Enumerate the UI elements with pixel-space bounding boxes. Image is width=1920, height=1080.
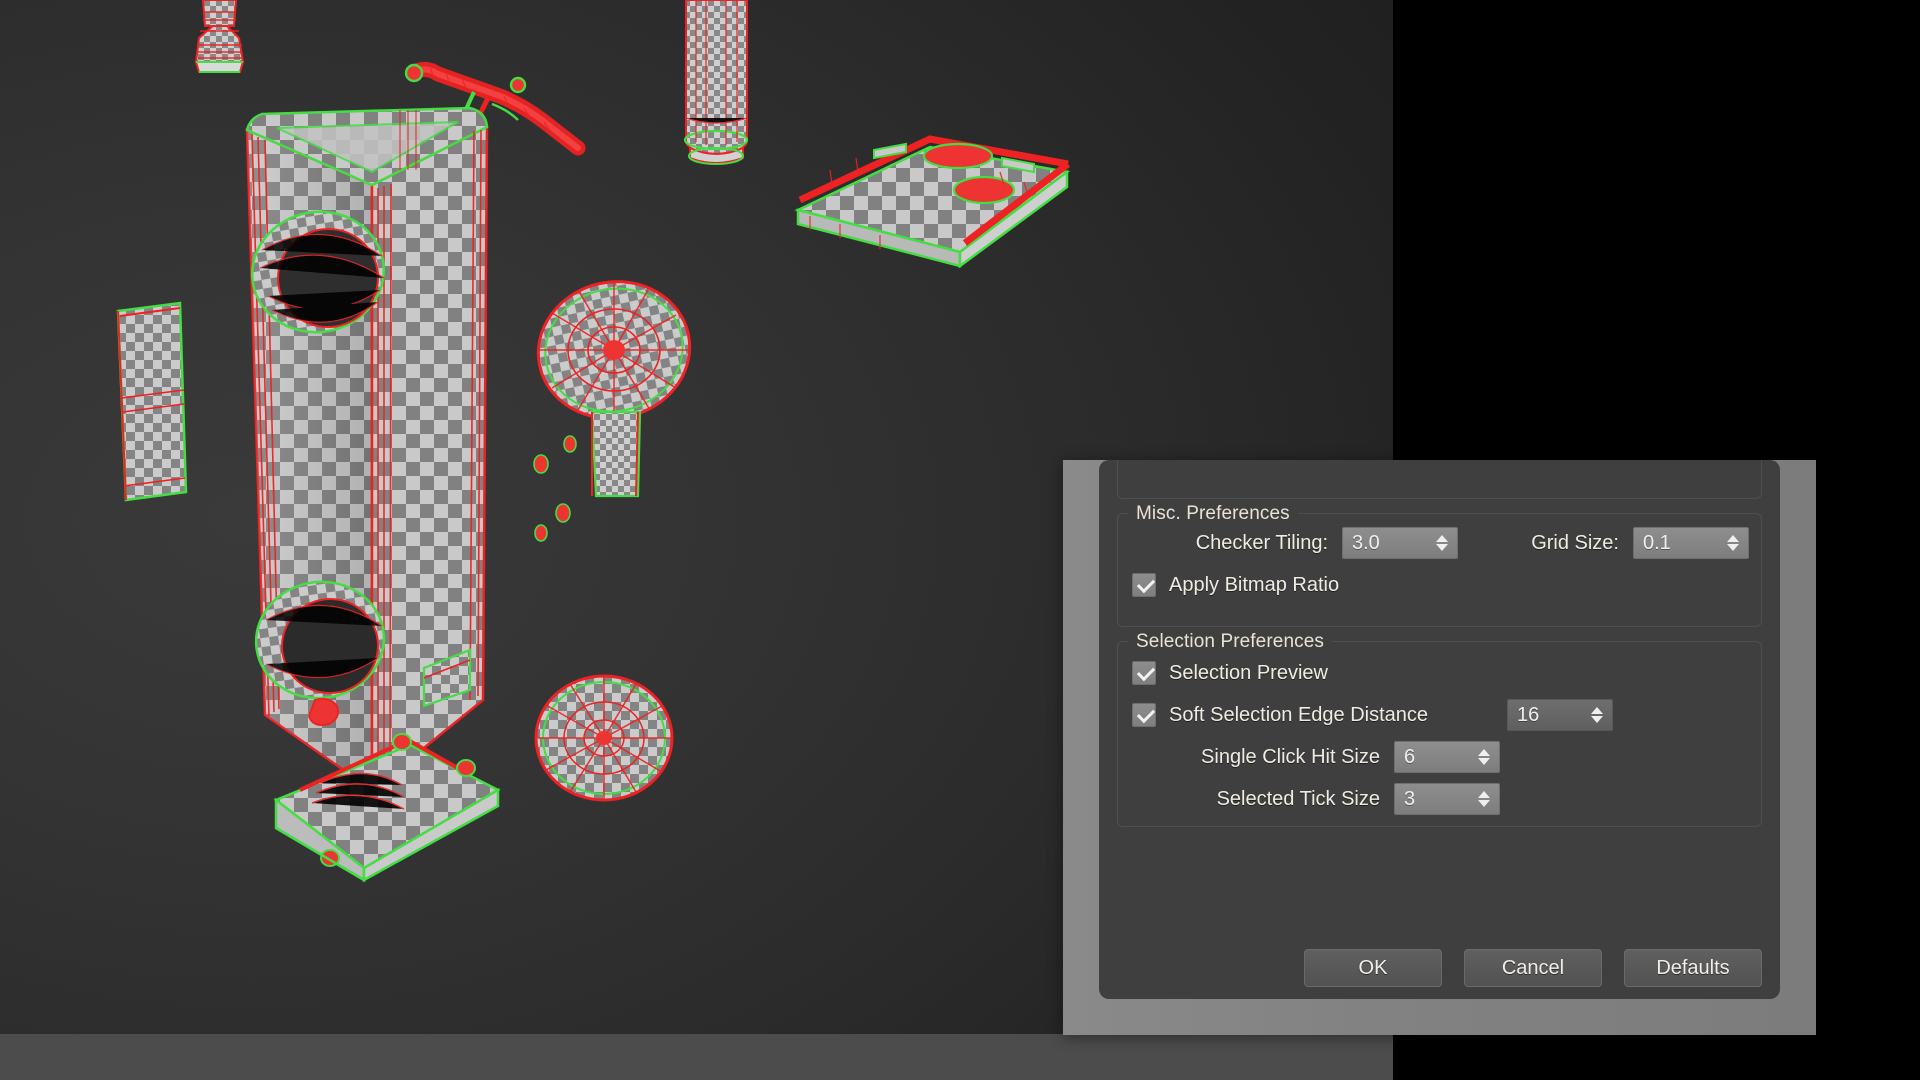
soft-selection-edge-distance-value: 16 bbox=[1517, 703, 1540, 726]
ok-button[interactable]: OK bbox=[1304, 949, 1442, 987]
grid-size-value: 0.1 bbox=[1643, 531, 1671, 554]
soft-selection-edge-distance-checkbox[interactable] bbox=[1132, 703, 1156, 727]
selected-tick-size-label: Selected Tick Size bbox=[1216, 787, 1380, 810]
single-click-hit-size-value: 6 bbox=[1404, 745, 1416, 768]
obj-fan-disc-upper bbox=[533, 280, 692, 542]
group-misc-preferences: Misc. Preferences Checker Tiling: 3.0 Gr… bbox=[1117, 503, 1762, 627]
apply-bitmap-ratio-checkbox[interactable] bbox=[1132, 573, 1156, 597]
single-click-hit-size-spinner[interactable]: 6 bbox=[1394, 741, 1500, 773]
screen: Show Hidden Edges ✓ Misc. Preferences Ch… bbox=[0, 0, 1920, 1080]
group-selection-preferences: Selection Preferences Selection Preview … bbox=[1117, 631, 1762, 827]
obj-flat-panel-left bbox=[116, 301, 188, 502]
obj-lid-plate-top-right bbox=[794, 135, 1071, 269]
grid-size-stepper-icon[interactable] bbox=[1727, 535, 1739, 551]
selected-tick-size-value: 3 bbox=[1404, 787, 1416, 810]
group-selection-title: Selection Preferences bbox=[1128, 631, 1332, 653]
dialog-footer: OK Cancel Defaults bbox=[1117, 949, 1762, 987]
soft-selection-edge-distance-spinner[interactable]: 16 bbox=[1507, 699, 1613, 731]
obj-finial-top-left bbox=[194, 0, 245, 73]
group-misc-title: Misc. Preferences bbox=[1128, 503, 1298, 525]
checker-tiling-label: Checker Tiling: bbox=[1195, 531, 1328, 554]
selected-tick-size-spinner[interactable]: 3 bbox=[1394, 783, 1500, 815]
checker-tiling-spinner[interactable]: 3.0 bbox=[1342, 527, 1458, 559]
checker-tiling-stepper-icon[interactable] bbox=[1436, 535, 1448, 551]
grid-size-spinner[interactable]: 0.1 bbox=[1633, 527, 1749, 559]
single-click-hit-size-label: Single Click Hit Size bbox=[1201, 745, 1380, 768]
group-display-preferences: Show Hidden Edges ✓ bbox=[1117, 460, 1762, 499]
selection-preview-label: Selection Preview bbox=[1169, 661, 1328, 684]
selection-preview-checkbox[interactable] bbox=[1132, 661, 1156, 685]
grid-size-label: Grid Size: bbox=[1531, 531, 1619, 554]
selected-tick-size-stepper-icon[interactable] bbox=[1478, 791, 1490, 807]
defaults-button[interactable]: Defaults bbox=[1624, 949, 1762, 987]
apply-bitmap-ratio-label: Apply Bitmap Ratio bbox=[1169, 573, 1340, 596]
soft-selection-edge-distance-label: Soft Selection Edge Distance bbox=[1169, 703, 1429, 726]
obj-cylinder-tube-top bbox=[683, 0, 749, 165]
preferences-dialog[interactable]: Show Hidden Edges ✓ Misc. Preferences Ch… bbox=[1063, 460, 1816, 1035]
obj-main-box-column bbox=[245, 106, 489, 793]
preferences-dialog-body: Show Hidden Edges ✓ Misc. Preferences Ch… bbox=[1099, 460, 1780, 999]
obj-tray-bottom bbox=[273, 733, 501, 883]
soft-selection-edge-distance-stepper-icon[interactable] bbox=[1591, 707, 1603, 723]
checker-tiling-value: 3.0 bbox=[1352, 531, 1380, 554]
obj-fan-disc-lower bbox=[534, 674, 674, 802]
cancel-button[interactable]: Cancel bbox=[1464, 949, 1602, 987]
single-click-hit-size-stepper-icon[interactable] bbox=[1478, 749, 1490, 765]
